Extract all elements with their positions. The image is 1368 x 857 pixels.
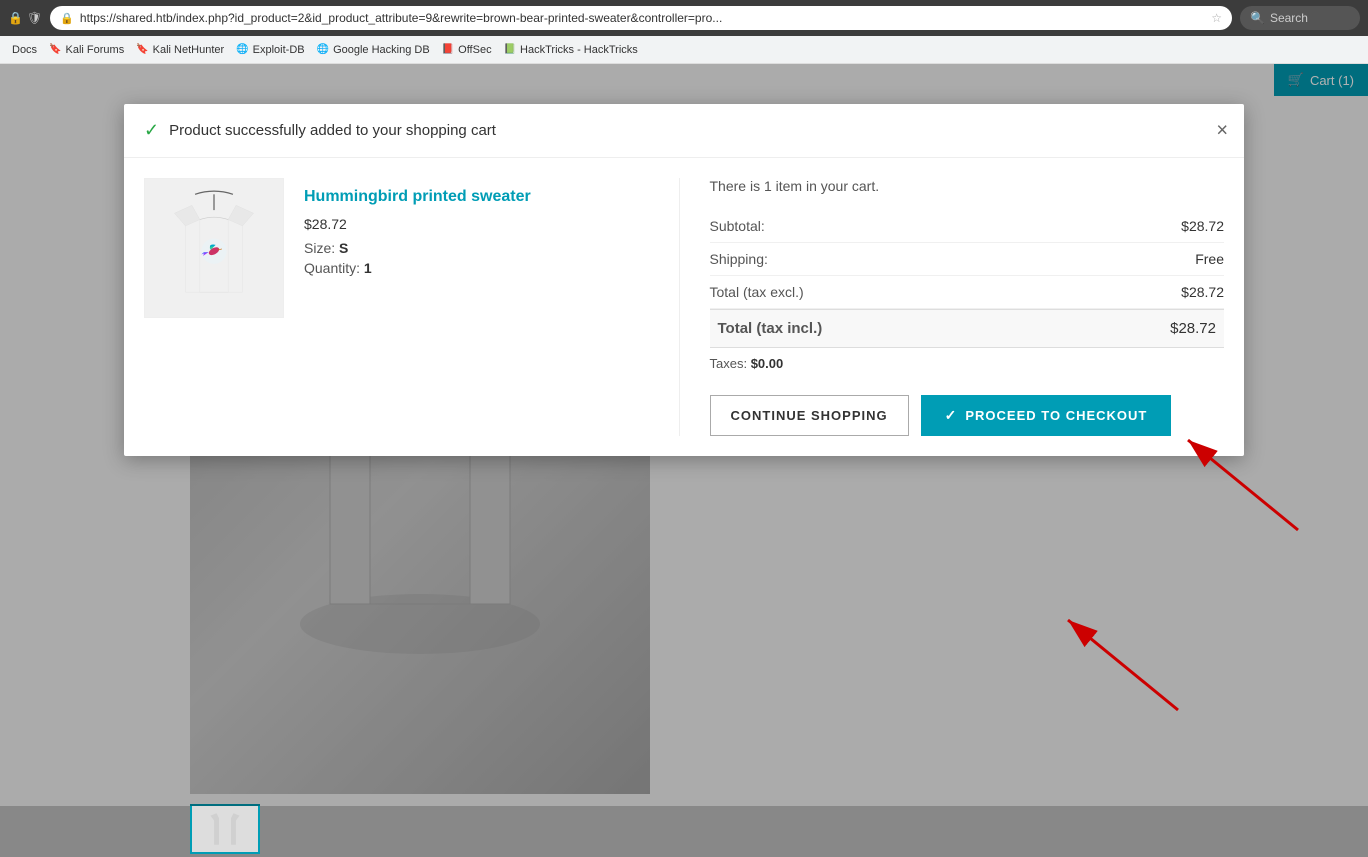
total-excl-label: Total (tax excl.)	[710, 284, 804, 300]
success-check-icon: ✓	[144, 120, 159, 141]
lock-icon: 🔒	[8, 11, 23, 25]
modal-sweater-image	[154, 188, 274, 308]
modal-close-button[interactable]: ×	[1216, 119, 1228, 142]
search-placeholder: Search	[1270, 11, 1308, 25]
checkout-check-icon: ✓	[945, 407, 958, 424]
shield-icon: 🛡	[27, 11, 42, 25]
subtotal-label: Subtotal:	[710, 218, 765, 234]
thumbnail-image	[192, 806, 258, 852]
bookmark-offsec[interactable]: 📕 OffSec	[442, 44, 492, 56]
bookmark-docs[interactable]: Docs	[8, 44, 37, 56]
total-excl-value: $28.72	[1181, 284, 1224, 300]
bookmark-icon-nethunter: 🔖	[136, 44, 148, 55]
modal-product-name[interactable]: Hummingbird printed sweater	[304, 188, 531, 206]
quantity-value-modal: 1	[364, 260, 372, 276]
cart-total-incl-row: Total (tax incl.) $28.72	[710, 309, 1225, 348]
bookmark-icon-google-hacking: 🌐	[317, 44, 329, 55]
bookmark-label-hacktricks: HackTricks - HackTricks	[520, 44, 638, 56]
total-incl-label: Total (tax incl.)	[718, 320, 823, 337]
shipping-label: Shipping:	[710, 251, 768, 267]
bookmark-label-nethunter: Kali NetHunter	[153, 44, 225, 56]
taxes-value: $0.00	[751, 356, 784, 371]
taxes-label: Taxes:	[710, 356, 748, 371]
total-incl-value: $28.72	[1170, 320, 1216, 337]
product-thumbnail[interactable]	[190, 804, 260, 854]
bookmark-icon-offsec: 📕	[442, 44, 454, 55]
size-value: S	[339, 240, 348, 256]
bookmark-label-google-hacking: Google Hacking DB	[333, 44, 430, 56]
shipping-value: Free	[1195, 251, 1224, 267]
bookmark-hacktricks[interactable]: 📗 HackTricks - HackTricks	[504, 44, 638, 56]
modal-product-quantity: Quantity: 1	[304, 260, 531, 276]
subtotal-value: $28.72	[1181, 218, 1224, 234]
url-text: https://shared.htb/index.php?id_product=…	[80, 11, 1205, 25]
bookmark-label-docs: Docs	[12, 44, 37, 56]
cart-shipping-row: Shipping: Free	[710, 243, 1225, 276]
bookmarks-bar: Docs 🔖 Kali Forums 🔖 Kali NetHunter 🌐 Ex…	[0, 36, 1368, 64]
modal-body: Hummingbird printed sweater $28.72 Size:…	[124, 158, 1244, 456]
cart-modal: ✓ Product successfully added to your sho…	[124, 104, 1244, 456]
bookmark-star-icon: ☆	[1211, 11, 1222, 25]
modal-product-price: $28.72	[304, 216, 531, 232]
continue-shopping-button[interactable]: CONTINUE SHOPPING	[710, 395, 909, 436]
bookmark-google-hacking[interactable]: 🌐 Google Hacking DB	[317, 44, 430, 56]
search-bar[interactable]: 🔍 Search	[1240, 6, 1360, 30]
modal-overlay: ✓ Product successfully added to your sho…	[0, 64, 1368, 806]
browser-chrome: 🔒 🛡 🔒 https://shared.htb/index.php?id_pr…	[0, 0, 1368, 36]
proceed-checkout-label: PROCEED TO CHECKOUT	[965, 408, 1147, 423]
bookmark-kali-forums[interactable]: 🔖 Kali Forums	[49, 44, 124, 56]
bookmark-label-offsec: OffSec	[458, 44, 491, 56]
search-icon: 🔍	[1250, 11, 1265, 25]
modal-actions: CONTINUE SHOPPING ✓ PROCEED TO CHECKOUT	[710, 395, 1225, 436]
bookmark-label-exploit-db: Exploit-DB	[253, 44, 305, 56]
modal-product-image	[144, 178, 284, 318]
modal-header: ✓ Product successfully added to your sho…	[124, 104, 1244, 158]
bookmark-icon-exploit-db: 🌐	[236, 44, 248, 55]
bookmark-kali-nethunter[interactable]: 🔖 Kali NetHunter	[136, 44, 224, 56]
browser-nav-icons: 🔒 🛡	[8, 11, 42, 25]
bookmark-exploit-db[interactable]: 🌐 Exploit-DB	[236, 44, 304, 56]
cart-summary-title: There is 1 item in your cart.	[710, 178, 1225, 194]
quantity-label-modal: Quantity:	[304, 260, 360, 276]
proceed-to-checkout-button[interactable]: ✓ PROCEED TO CHECKOUT	[921, 395, 1172, 436]
success-message: Product successfully added to your shopp…	[169, 122, 496, 139]
continue-shopping-label: CONTINUE SHOPPING	[731, 408, 888, 423]
bookmark-label-kali-forums: Kali Forums	[66, 44, 125, 56]
address-bar[interactable]: 🔒 https://shared.htb/index.php?id_produc…	[50, 6, 1232, 30]
cart-subtotal-row: Subtotal: $28.72	[710, 210, 1225, 243]
modal-product-size: Size: S	[304, 240, 531, 256]
modal-product-details: Hummingbird printed sweater $28.72 Size:…	[304, 178, 531, 436]
modal-cart-section: There is 1 item in your cart. Subtotal: …	[680, 178, 1225, 436]
size-label: Size:	[304, 240, 335, 256]
cart-taxes: Taxes: $0.00	[710, 348, 1225, 379]
bookmark-icon-kali-forums: 🔖	[49, 44, 61, 55]
modal-product-section: Hummingbird printed sweater $28.72 Size:…	[144, 178, 680, 436]
bookmark-icon-hacktricks: 📗	[504, 44, 516, 55]
cart-total-excl-row: Total (tax excl.) $28.72	[710, 276, 1225, 309]
address-lock-icon: 🔒	[60, 12, 74, 25]
